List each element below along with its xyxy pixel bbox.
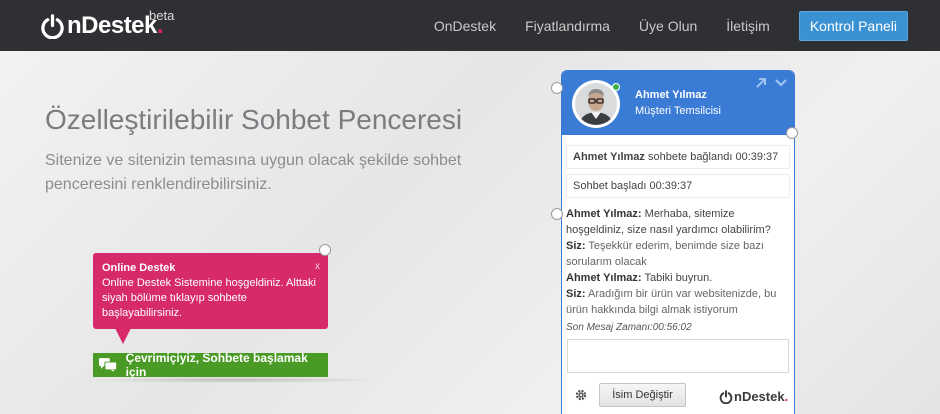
resize-handle[interactable]	[551, 82, 563, 94]
popup-tail	[115, 328, 131, 344]
logo-text: nDestek	[67, 12, 157, 39]
agent-name: Ahmet Yılmaz	[635, 89, 707, 101]
message-item: Siz: Aradığım bir ürün var websitenizde,…	[566, 286, 790, 318]
start-chat-label: Çevrimiçiyiz, Sohbete başlamak için	[125, 351, 308, 379]
message-sender: Ahmet Yılmaz:	[566, 208, 642, 220]
chat-bubbles-icon	[99, 358, 117, 372]
power-logo-icon	[41, 13, 64, 39]
message-text: Teşekkür ederim, benimde size bazı sorul…	[566, 240, 764, 268]
nav-signup[interactable]: Üye Olun	[639, 18, 697, 34]
nav-contact[interactable]: İletişim	[726, 18, 770, 34]
message-text: Aradığım bir ürün var websitenizde, bu ü…	[566, 288, 777, 316]
footer-logo-text: nDestek	[734, 389, 785, 404]
welcome-popup: Online Destek Online Destek Sistemine ho…	[93, 253, 328, 344]
online-status-dot	[612, 83, 620, 91]
connected-agent-name: Ahmet Yılmaz	[573, 151, 645, 163]
chevron-down-icon[interactable]	[775, 77, 787, 89]
agent-photo-icon	[575, 83, 617, 125]
chat-window: Ahmet Yılmaz Müşteri Temsilcisi Ahmet Yı…	[561, 70, 795, 414]
resize-handle[interactable]	[551, 208, 563, 220]
hero-title: Özelleştirilebilir Sohbet Penceresi	[45, 104, 463, 135]
hero-description: Sitenize ve sitenizin temasına uygun ola…	[45, 152, 462, 193]
popup-close-button[interactable]: x	[315, 259, 320, 274]
system-message-started: Sohbet başladı 00:39:37	[566, 174, 790, 198]
power-logo-icon	[719, 389, 733, 404]
agent-role: Müşteri Temsilcisi	[635, 105, 721, 117]
message-text: Tabiki buyrun.	[644, 272, 713, 284]
footer-logo[interactable]: nDestek.	[719, 389, 788, 404]
control-panel-button[interactable]: Kontrol Paneli	[798, 10, 908, 41]
footer-logo-dot: .	[784, 389, 789, 404]
start-chat-bar[interactable]: Çevrimiçiyiz, Sohbete başlamak için	[93, 351, 328, 379]
system-message-connected: Ahmet Yılmaz sohbete bağlandı 00:39:37	[566, 145, 790, 169]
beta-badge: beta	[149, 8, 175, 23]
message-sender: Siz:	[566, 240, 586, 252]
gear-icon[interactable]	[575, 389, 587, 401]
connected-text: sohbete bağlandı 00:39:37	[648, 151, 779, 163]
bar-shadow	[85, 377, 385, 383]
top-header: nDestek. beta OnDestek Fiyatlandırma Üye…	[0, 0, 940, 51]
rename-button[interactable]: İsim Değiştir	[599, 383, 686, 407]
resize-handle[interactable]	[786, 127, 798, 139]
message-input[interactable]	[567, 339, 789, 373]
message-item: Ahmet Yılmaz: Merhaba, sitemize hoşgeldi…	[566, 206, 790, 238]
message-sender: Ahmet Yılmaz:	[566, 272, 642, 284]
nav-pricing[interactable]: Fiyatlandırma	[525, 18, 610, 34]
main-nav: OnDestek Fiyatlandırma Üye Olun İletişim…	[434, 0, 940, 51]
chat-header: Ahmet Yılmaz Müşteri Temsilcisi	[562, 71, 794, 135]
message-item: Ahmet Yılmaz: Tabiki buyrun.	[566, 270, 790, 286]
resize-handle[interactable]	[319, 244, 331, 256]
site-logo[interactable]: nDestek. beta	[40, 8, 174, 41]
popup-title: Online Destek	[102, 262, 176, 274]
last-message-time: Son Mesaj Zamanı:00:56:02	[566, 322, 692, 333]
message-item: Siz: Teşekkür ederim, benimde size bazı …	[566, 238, 790, 270]
nav-ondestek[interactable]: OnDestek	[434, 18, 496, 34]
popup-body: Online Destek Sistemine hoşgeldiniz. Alt…	[102, 277, 316, 319]
message-list: Ahmet Yılmaz: Merhaba, sitemize hoşgeldi…	[566, 206, 790, 336]
popout-arrow-icon[interactable]	[755, 77, 767, 89]
message-sender: Siz:	[566, 288, 586, 300]
